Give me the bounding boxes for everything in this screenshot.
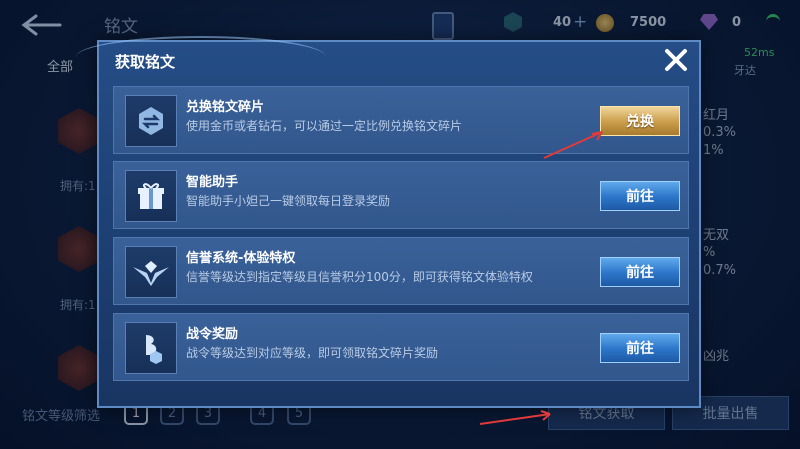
dialog-title: 获取铭文: [115, 53, 176, 71]
annotation-arrow-icon: [543, 131, 603, 159]
row-description: 信誉等级达到指定等级且信誉积分100分，即可获得铭文体验特权: [186, 270, 533, 284]
row-title: 兑换铭文碎片: [186, 100, 265, 115]
annotation-arrow-icon: [479, 410, 551, 425]
close-button[interactable]: [660, 44, 692, 76]
row-description: 战令等级达到对应等级，即可领取铭文碎片奖励: [186, 346, 439, 360]
list-item-smart-assistant: 智能助手 智能助手小妲己一键领取每日登录奖励 前往: [113, 161, 689, 229]
exchange-button[interactable]: 兑换: [600, 106, 680, 136]
list-item-credit-system: 信誉系统-体验特权 信誉等级达到指定等级且信誉积分100分，即可获得铭文体验特权…: [113, 237, 689, 305]
credit-badge-icon: [125, 246, 177, 298]
row-title: 智能助手: [186, 175, 239, 190]
decorative-swirl: [76, 36, 326, 78]
list-item-battle-pass: 战令奖励 战令等级达到对应等级，即可领取铭文碎片奖励 前往: [113, 313, 689, 381]
row-description: 使用金币或者钻石，可以通过一定比例兑换铭文碎片: [186, 119, 463, 133]
go-button-battle-pass[interactable]: 前往: [600, 333, 680, 363]
row-description: 智能助手小妲己一键领取每日登录奖励: [186, 194, 391, 208]
go-button-credit[interactable]: 前往: [600, 257, 680, 287]
exchange-icon: [125, 95, 177, 147]
row-title: 信誉系统-体验特权: [186, 251, 296, 266]
battle-pass-icon: [125, 322, 177, 374]
row-title: 战令奖励: [186, 327, 239, 342]
gift-icon: [125, 170, 177, 222]
close-icon: [665, 49, 687, 71]
go-button-assistant[interactable]: 前往: [600, 181, 680, 211]
